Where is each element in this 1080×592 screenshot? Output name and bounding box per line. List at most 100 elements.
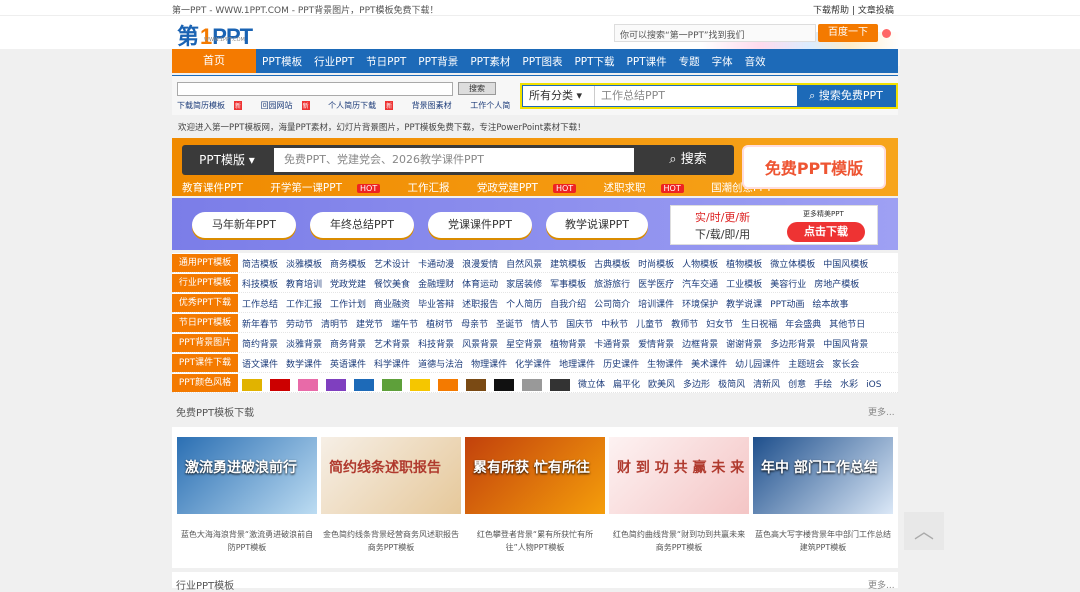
industry-section-title: 行业PPT模板	[176, 581, 235, 592]
category-row: 优秀PPT下载 工作总结 工作汇报 工作计划 商业融资 毕业答辩 述职报告 个人简历 自我介绍…	[172, 293, 898, 313]
top-strip: 第一PPT - WWW.1PPT.COM - PPT背景图片，PPT模板免费下载…	[0, 0, 1080, 16]
banner-tag[interactable]: 开学第一课PPT HOT	[270, 182, 392, 194]
site-header: 第 1 PPT 你可以搜索“第一PPT”找到我们 百度一下	[0, 16, 1080, 66]
category-search: 所有分类 ▾ 工作总结PPT ⌕ 搜索免费PPT	[520, 83, 898, 109]
category-select[interactable]: 所有分类 ▾	[523, 86, 595, 106]
free-more-link[interactable]: 更多...	[868, 405, 895, 418]
template-card[interactable]: 激流勇进破浪前行蓝色大海海浪背景“激流勇进破浪前自防PPT模板	[177, 437, 317, 554]
site-tagline: 第一PPT - WWW.1PPT.COM - PPT背景图片，PPT模板免费下载…	[172, 6, 439, 16]
nav-home[interactable]: 首页	[172, 49, 256, 73]
banner-tag[interactable]: 党政党建PPT HOT	[477, 182, 588, 194]
color-swatch[interactable]	[326, 378, 346, 391]
nav-item[interactable]: 行业PPT	[308, 54, 360, 69]
color-swatch[interactable]	[354, 378, 374, 391]
nav-item[interactable]: 音效	[739, 54, 772, 69]
color-swatch[interactable]	[438, 378, 458, 391]
template-caption[interactable]: 红色攀登者背景“累有所获忙有所往”人物PPT模板	[465, 528, 605, 554]
welcome-text: 欢迎进入第一PPT模板网，海量PPT素材，幻灯片背景图片，PPT模板免费下载，专…	[178, 123, 586, 133]
banner-tags: 教育课件PPT 开学第一课PPT HOT 工作汇报 党政党建PPT HOT 述职求职…	[182, 180, 796, 195]
template-card[interactable]: 财 到 功 共 赢 未 来红色简约曲线背景“财到功到共赢未来商务PPT模板	[609, 437, 749, 554]
promo-banner: PPT模版 ▾ 免费PPT、党建党会、2026教学课件PPT ⌕ 搜索 教育课件…	[172, 138, 898, 196]
color-swatch[interactable]	[298, 378, 318, 391]
baidu-search-button[interactable]: 百度一下	[818, 24, 878, 42]
small-links: 下载简历模板新 回园网站新 个人简历下载新 背景图素材 工作个人简	[177, 100, 526, 111]
small-link[interactable]: 回园网站新	[261, 101, 318, 110]
banner-tag[interactable]: 述职求职 HOT	[604, 182, 696, 194]
thumbnail-title: 年中 部门工作总结	[761, 460, 878, 476]
template-card[interactable]: 简约线条述职报告金色简约线条背景经营商务风述职报告商务PPT模板	[321, 437, 461, 554]
color-swatch[interactable]	[466, 378, 486, 391]
chevron-up-icon: ︿	[914, 519, 934, 543]
feature-pill[interactable]: 党课课件PPT	[428, 212, 532, 238]
color-swatch[interactable]	[270, 378, 290, 391]
banner-search-input[interactable]: 免费PPT、党建党会、2026教学课件PPT	[274, 148, 634, 172]
submit-article-link[interactable]: 文章投稿	[858, 6, 894, 16]
back-to-top-button[interactable]: ︿	[904, 512, 944, 550]
category-row: PPT课件下载 语文课件 数学课件 英语课件 科学课件 道德与法治 物理课件 化学课件 地理课…	[172, 353, 898, 373]
nav-item[interactable]: PPT素材	[464, 54, 516, 69]
thumbnail-title: 财 到 功 共 赢 未 来	[617, 460, 745, 476]
thumbnail-title: 简约线条述职报告	[329, 460, 441, 476]
template-thumbnail[interactable]: 财 到 功 共 赢 未 来	[609, 437, 749, 514]
header-search-input[interactable]: 你可以搜索“第一PPT”找到我们	[614, 24, 816, 42]
download-ad[interactable]: 实/时/更/新 下/载/即/用 更多精美PPT 点击下载	[670, 205, 878, 245]
template-caption[interactable]: 红色简约曲线背景“财到功到共赢未来商务PPT模板	[609, 528, 749, 554]
industry-more-link[interactable]: 更多...	[868, 578, 895, 591]
top-links: 下载帮助 | 文章投稿	[813, 6, 894, 16]
header-dot-icon	[882, 29, 891, 38]
color-swatch[interactable]	[494, 378, 514, 391]
nav-item[interactable]: PPT课件	[621, 54, 673, 69]
main-nav: 首页 PPT模板 行业PPT 节日PPT PPT背景 PPT素材 PPT图表 P…	[172, 49, 898, 73]
free-section-title: 免费PPT模板下载	[176, 408, 255, 419]
small-link[interactable]: 工作个人简	[470, 101, 518, 110]
template-thumbnail[interactable]: 激流勇进破浪前行	[177, 437, 317, 514]
nav-item[interactable]: 节日PPT	[360, 54, 412, 69]
color-swatch[interactable]	[550, 378, 570, 391]
template-caption[interactable]: 蓝色大海海浪背景“激流勇进破浪前自防PPT模板	[177, 528, 317, 554]
feature-banner: 马年新年PPT 年终总结PPT 党课课件PPT 教学说课PPT 实/时/更/新 …	[172, 198, 898, 250]
template-thumbnail[interactable]: 累有所获 忙有所往	[465, 437, 605, 514]
free-ppt-button[interactable]: 免费PPT模版	[742, 145, 886, 189]
template-card[interactable]: 年中 部门工作总结蓝色高大写字楼背景年中部门工作总结建筑PPT模板	[753, 437, 893, 554]
color-swatch[interactable]	[242, 378, 262, 391]
category-row: 节日PPT模板 新年春节 劳动节 清明节 建党节 端午节 植树节 母亲节 圣诞节 情人节 国庆节中…	[172, 313, 898, 333]
thumbnail-title: 累有所获 忙有所往	[473, 460, 590, 476]
free-ppt-search-button[interactable]: ⌕ 搜索免费PPT	[797, 86, 895, 106]
nav-item[interactable]: PPT图表	[516, 54, 568, 69]
color-swatch[interactable]	[410, 378, 430, 391]
nav-item[interactable]: 专题	[673, 54, 706, 69]
banner-search-button[interactable]: ⌕ 搜索	[642, 145, 734, 175]
color-swatch[interactable]	[522, 378, 542, 391]
download-help-link[interactable]: 下载帮助	[813, 6, 849, 16]
category-row: 行业PPT模板 科技模板 教育培训 党政党建 餐饮美食 金融理财 体育运动 家居装修 军事模板…	[172, 273, 898, 293]
template-caption[interactable]: 蓝色高大写字楼背景年中部门工作总结建筑PPT模板	[753, 528, 893, 554]
small-link[interactable]: 个人简历下载新	[328, 101, 401, 110]
nav-item[interactable]: PPT下载	[568, 54, 620, 69]
category-search-input[interactable]: 工作总结PPT	[601, 86, 665, 106]
feature-pill[interactable]: 年终总结PPT	[310, 212, 414, 238]
nav-item[interactable]: 字体	[706, 54, 739, 69]
feature-pill[interactable]: 教学说课PPT	[546, 212, 648, 238]
template-caption[interactable]: 金色简约线条背景经营商务风述职报告商务PPT模板	[321, 528, 461, 554]
template-thumbnail[interactable]: 年中 部门工作总结	[753, 437, 893, 514]
search-icon: ⌕	[669, 152, 681, 167]
nav-item[interactable]: PPT背景	[412, 54, 464, 69]
logo-subtext: WWW.1PPT.COM	[204, 37, 245, 43]
nav-item[interactable]: PPT模板	[256, 54, 308, 69]
small-search-button[interactable]: 搜索	[458, 82, 496, 95]
small-link[interactable]: 背景图素材	[412, 101, 460, 110]
free-template-cards: 激流勇进破浪前行 蓝色大海海浪背景“激流勇进破浪前自防PPT模板 简约线条述职报告金…	[172, 427, 898, 568]
template-thumbnail[interactable]: 简约线条述职报告	[321, 437, 461, 514]
small-link[interactable]: 下载简历模板新	[177, 101, 250, 110]
search-bar-row: 搜索 下载简历模板新 回园网站新 个人简历下载新 背景图素材 工作个人简 所有分…	[172, 75, 898, 115]
click-download-button[interactable]: 点击下载	[787, 222, 865, 242]
template-card[interactable]: 累有所获 忙有所往红色攀登者背景“累有所获忙有所往”人物PPT模板	[465, 437, 605, 554]
category-row: PPT颜色风格 微立体 扁平化 欧美风 多边形 极简风 清新风 创意 手绘 水彩 iOS	[172, 373, 898, 393]
banner-tag[interactable]: 教育课件PPT	[182, 182, 255, 194]
banner-tag[interactable]: 工作汇报	[408, 182, 462, 194]
category-row: PPT背景图片 简约背景 淡雅背景 商务背景 艺术背景 科技背景 风景背景 星空背景 植物背景…	[172, 333, 898, 353]
feature-pill[interactable]: 马年新年PPT	[192, 212, 296, 238]
small-search-input[interactable]	[177, 82, 453, 96]
banner-category-select[interactable]: PPT模版 ▾	[182, 145, 272, 175]
color-swatch[interactable]	[382, 378, 402, 391]
